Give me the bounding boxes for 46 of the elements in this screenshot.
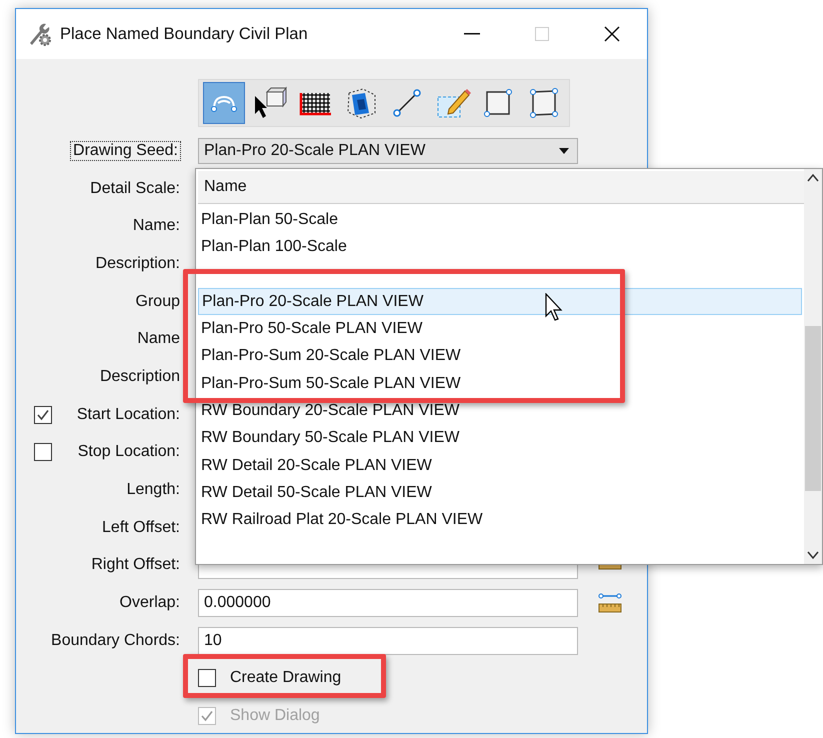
checkbox[interactable] <box>34 443 52 462</box>
field-label: Description <box>98 368 180 386</box>
checkbox-label: Create Drawing <box>230 669 342 688</box>
field-label: Name <box>136 330 180 348</box>
field-label: Right Offset: <box>90 556 180 574</box>
window-title: Place Named Boundary Civil Plan <box>60 24 309 44</box>
field-label: Boundary Chords: <box>50 632 180 650</box>
list-item[interactable]: Plan-Plan 100-Scale <box>198 233 804 261</box>
list-item[interactable]: Plan-Pro-Sum 20-Scale PLAN VIEW <box>198 342 804 370</box>
scrollbar-thumb[interactable] <box>805 326 821 491</box>
distance-ruler-icon[interactable] <box>598 592 622 614</box>
list-item[interactable]: Plan-Pro 20-Scale PLAN VIEW <box>198 288 802 316</box>
field-label: Left Offset: <box>101 518 180 537</box>
polygon-icon <box>528 87 560 119</box>
checkbox-label: Stop Location: <box>78 443 180 462</box>
input-field[interactable]: 10 <box>198 626 578 655</box>
checkbox-label: Show Dialog <box>230 707 320 726</box>
maximize-icon <box>535 27 549 41</box>
list-item[interactable]: RW Detail 50-Scale PLAN VIEW <box>198 478 804 506</box>
checkbox[interactable] <box>198 669 216 688</box>
checkbox-label: Start Location: <box>76 406 180 424</box>
close-icon[interactable] <box>604 26 620 42</box>
drawing-seed-dropdown[interactable]: Plan-Pro 20-Scale PLAN VIEW <box>198 138 578 164</box>
field-label: Length: <box>126 481 180 500</box>
field-label: Description: <box>94 254 180 273</box>
list-item[interactable]: Plan-Plan 50-Scale <box>198 206 804 234</box>
minimize-icon[interactable] <box>464 33 480 35</box>
list-item[interactable]: RW Railroad Plat 20-Scale PLAN VIEW <box>198 506 804 534</box>
list-item[interactable]: RW Detail 20-Scale PLAN VIEW <box>198 452 804 479</box>
field-label: Name: <box>132 217 180 236</box>
list-item[interactable]: Plan-Pro-Sum 50-Scale PLAN VIEW <box>198 370 804 398</box>
input-field[interactable]: 0.000000 <box>198 589 578 618</box>
square-icon <box>482 87 514 119</box>
pointer-cube-icon <box>252 86 287 120</box>
list-item[interactable]: Plan-Pro 50-Scale PLAN VIEW <box>198 315 804 342</box>
line-icon <box>390 87 423 119</box>
field-label: Overlap: <box>118 594 180 612</box>
field-label: Group <box>134 292 180 311</box>
field-label: Detail Scale: <box>89 180 180 198</box>
column-header[interactable]: Name <box>198 171 804 204</box>
list-item[interactable]: RW Boundary 50-Scale PLAN VIEW <box>198 424 804 452</box>
checkbox[interactable] <box>34 406 52 424</box>
scrollbar[interactable] <box>804 169 822 564</box>
field-label: Drawing Seed: <box>71 142 180 160</box>
mouse-cursor-icon <box>545 293 565 323</box>
dropdown-caret-icon <box>559 148 569 154</box>
